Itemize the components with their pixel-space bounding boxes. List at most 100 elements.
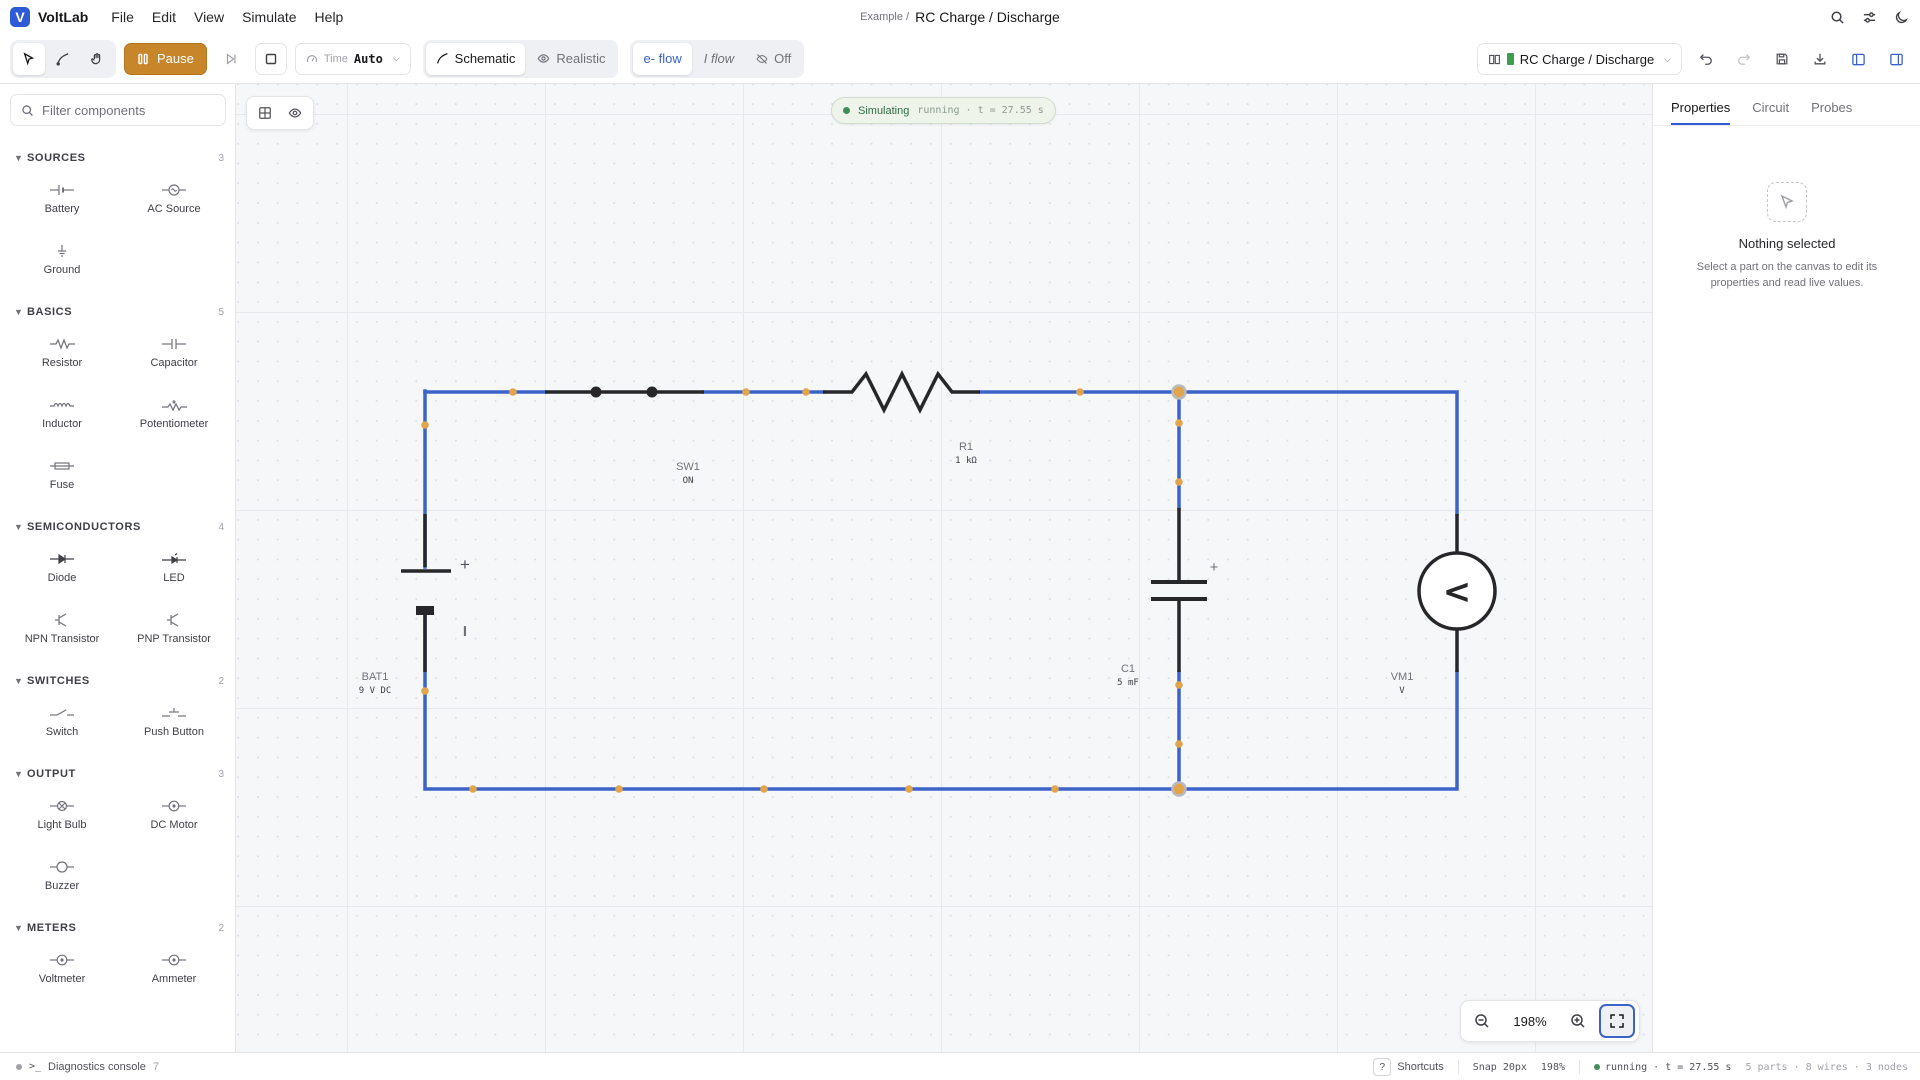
- diagnostics-console-button[interactable]: >_ Diagnostics console 7: [16, 1061, 159, 1073]
- right-panel-icon[interactable]: [1882, 45, 1910, 73]
- component-label: NPN Transistor: [24, 632, 100, 645]
- component-battery[interactable]: Battery: [6, 168, 118, 229]
- pnp-transistor-icon: [159, 612, 189, 627]
- component-pnp-transistor[interactable]: PNP Transistor: [118, 598, 230, 659]
- component-fuse[interactable]: Fuse: [6, 444, 118, 505]
- component-capacitor[interactable]: Capacitor: [118, 322, 230, 383]
- category-title: SWITCHES: [27, 675, 90, 687]
- component-label: Ground: [43, 263, 81, 276]
- circuit-schematic[interactable]: + I + < SW1 ON R1 1 kΩ BAT1 9 V DC C1 5 …: [236, 84, 1652, 1052]
- divider: [1579, 1060, 1580, 1074]
- select-tool-button[interactable]: [13, 42, 45, 75]
- zoom-in-button[interactable]: [1561, 1005, 1595, 1037]
- step-button[interactable]: [215, 43, 247, 75]
- view-schematic-button[interactable]: Schematic: [425, 42, 526, 75]
- component-ammeter[interactable]: Ammeter: [118, 938, 230, 999]
- zoom-out-icon: [1475, 1014, 1489, 1028]
- schematic-icon: [436, 53, 448, 64]
- time-mode-select[interactable]: Time Auto ⌵: [294, 42, 411, 75]
- pan-tool-button[interactable]: [81, 43, 113, 75]
- category-header-meters[interactable]: ▼ METERS 2: [0, 918, 235, 938]
- view-schematic-label: Schematic: [454, 51, 516, 66]
- component-inductor[interactable]: Inductor: [6, 383, 118, 444]
- resistor-r1[interactable]: [823, 370, 980, 414]
- save-icon[interactable]: [1768, 45, 1796, 73]
- potentiometer-icon: [159, 398, 189, 412]
- circuit-canvas[interactable]: + I + < SW1 ON R1 1 kΩ BAT1 9 V DC C1 5 …: [236, 84, 1652, 1052]
- sliders-icon[interactable]: [1860, 8, 1878, 26]
- component-label: Voltmeter: [38, 972, 86, 985]
- component-voltmeter[interactable]: Voltmeter: [6, 938, 118, 999]
- switch-sw1[interactable]: [545, 386, 704, 398]
- category-count: 2: [218, 675, 224, 687]
- category-header-basics[interactable]: ▼ BASICS 5: [0, 302, 235, 322]
- grid-layout-icon[interactable]: [251, 100, 279, 126]
- shortcuts-button[interactable]: ? Shortcuts: [1373, 1058, 1444, 1076]
- snap-indicator[interactable]: Snap 20px: [1473, 1062, 1527, 1073]
- eye-icon[interactable]: [281, 100, 309, 126]
- simulation-detail: running · t = 27.55 s: [917, 105, 1044, 116]
- menu-view[interactable]: View: [185, 5, 233, 29]
- search-icon[interactable]: [1828, 8, 1846, 26]
- redo-icon[interactable]: [1730, 45, 1758, 73]
- component-dc-motor[interactable]: DC Motor: [118, 784, 230, 845]
- project-select[interactable]: RC Charge / Discharge ⌵: [1476, 43, 1682, 75]
- category-count: 3: [218, 768, 224, 780]
- switch-value-label: ON: [683, 476, 694, 486]
- pause-button[interactable]: Pause: [124, 42, 207, 75]
- status-dot: [843, 107, 850, 114]
- resistor-icon: [47, 337, 77, 351]
- chevron-down-icon: ⌵: [1664, 53, 1671, 64]
- category-header-semiconductors[interactable]: ▼ SEMICONDUCTORS 4: [0, 517, 235, 537]
- capacitor-c1[interactable]: +: [1151, 508, 1219, 672]
- component-push-button[interactable]: Push Button: [118, 691, 230, 752]
- left-panel-icon[interactable]: [1844, 45, 1872, 73]
- flow-current-button[interactable]: I flow: [694, 43, 744, 75]
- buzzer-icon: [47, 860, 77, 874]
- menu-help[interactable]: Help: [306, 5, 353, 29]
- moon-icon[interactable]: [1892, 8, 1910, 26]
- category-meters: ▼ METERS 2 Voltmeter Ammeter: [0, 918, 235, 999]
- menu-simulate[interactable]: Simulate: [233, 5, 305, 29]
- category-header-output[interactable]: ▼ OUTPUT 3: [0, 764, 235, 784]
- component-npn-transistor[interactable]: NPN Transistor: [6, 598, 118, 659]
- tab-circuit[interactable]: Circuit: [1752, 100, 1789, 125]
- undo-icon[interactable]: [1692, 45, 1720, 73]
- flow-off-button[interactable]: Off: [746, 43, 801, 75]
- view-realistic-button[interactable]: Realistic: [527, 43, 615, 75]
- category-basics: ▼ BASICS 5 Resistor Capacitor Inductor P…: [0, 302, 235, 505]
- zoom-out-button[interactable]: [1465, 1005, 1499, 1037]
- component-diode[interactable]: Diode: [6, 537, 118, 598]
- component-label: Fuse: [49, 478, 75, 491]
- wire-top-right: [1177, 390, 1459, 516]
- component-ground[interactable]: Ground: [6, 229, 118, 290]
- switch-contact: [590, 386, 602, 398]
- chevron-down-icon: ▼: [14, 676, 23, 686]
- flow-electron-button[interactable]: e- flow: [633, 42, 692, 75]
- flow-particles: [421, 388, 1183, 793]
- battery-bat1[interactable]: + I: [401, 514, 470, 672]
- component-switch[interactable]: Switch: [6, 691, 118, 752]
- component-resistor[interactable]: Resistor: [6, 322, 118, 383]
- category-header-switches[interactable]: ▼ SWITCHES 2: [0, 671, 235, 691]
- menubar-actions: [1828, 0, 1910, 34]
- menu-edit[interactable]: Edit: [143, 5, 185, 29]
- tab-properties[interactable]: Properties: [1671, 100, 1731, 125]
- category-title: BASICS: [27, 306, 73, 318]
- menu-file[interactable]: File: [102, 5, 143, 29]
- wire-tool-button[interactable]: [47, 43, 79, 75]
- component-library: ▼ SOURCES 3 Battery AC Source Ground ▼ B…: [0, 84, 236, 1052]
- component-light-bulb[interactable]: Light Bulb: [6, 784, 118, 845]
- stop-button[interactable]: [254, 42, 287, 75]
- empty-description: Select a part on the canvas to edit its …: [1696, 261, 1878, 289]
- filter-components-input[interactable]: [42, 102, 212, 118]
- fit-to-screen-button[interactable]: [1599, 1004, 1635, 1038]
- component-buzzer[interactable]: Buzzer: [6, 845, 118, 906]
- download-icon[interactable]: [1806, 45, 1834, 73]
- voltmeter-vm1[interactable]: <: [1417, 514, 1497, 672]
- tab-probes[interactable]: Probes: [1811, 100, 1852, 125]
- category-header-sources[interactable]: ▼ SOURCES 3: [0, 148, 235, 168]
- component-ac-source[interactable]: AC Source: [118, 168, 230, 229]
- component-led[interactable]: LED: [118, 537, 230, 598]
- component-potentiometer[interactable]: Potentiometer: [118, 383, 230, 444]
